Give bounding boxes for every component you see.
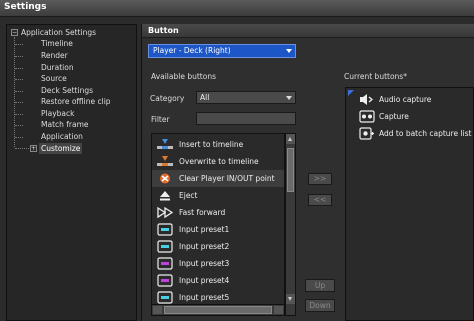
input-preset-icon: [157, 291, 173, 304]
collapse-icon[interactable]: −: [11, 29, 18, 36]
expand-icon[interactable]: +: [30, 145, 37, 152]
tree-item-match-frame[interactable]: Match frame: [41, 119, 89, 130]
chevron-down-icon: [286, 96, 292, 100]
list-item[interactable]: Input preset2: [152, 238, 284, 255]
move-down-button[interactable]: Down: [305, 299, 335, 312]
tree-branch: [15, 68, 23, 69]
list-item[interactable]: Input preset4: [152, 272, 284, 289]
vertical-scroll-thumb[interactable]: [287, 148, 294, 192]
horizontal-scrollbar[interactable]: [152, 304, 284, 315]
tree-branch: [15, 137, 23, 138]
filter-label: Filter: [151, 115, 170, 124]
tree-connector: [14, 37, 15, 147]
list-item[interactable]: Add to batch capture list: [356, 125, 474, 142]
tree-item-customize[interactable]: Customize: [39, 143, 83, 154]
scroll-up-button[interactable]: [286, 134, 295, 144]
audio-capture-icon: [360, 94, 374, 105]
category-label: Category: [150, 94, 185, 103]
chevron-down-icon: [286, 49, 292, 53]
tree-item-duration[interactable]: Duration: [41, 62, 74, 73]
filter-input[interactable]: [196, 112, 296, 125]
eject-icon: [160, 191, 170, 201]
list-item[interactable]: Input preset3: [152, 255, 284, 272]
current-buttons-label: Current buttons*: [344, 72, 407, 81]
fast-forward-icon: [157, 206, 173, 219]
tree-item-application-settings[interactable]: Application Settings: [21, 27, 96, 38]
panel-title: Button: [148, 26, 179, 35]
scroll-right-button[interactable]: [274, 306, 283, 314]
tree-item-timeline[interactable]: Timeline: [41, 38, 73, 49]
tree-branch: [15, 44, 23, 45]
add-to-current-button[interactable]: >>: [308, 173, 332, 185]
input-preset-icon: [157, 240, 173, 253]
button-set-value: Player - Deck (Right): [153, 46, 231, 55]
list-item[interactable]: Eject: [152, 187, 284, 204]
list-item[interactable]: Capture: [356, 108, 474, 125]
tree-branch: [15, 114, 23, 115]
scroll-down-button[interactable]: [286, 294, 295, 304]
list-corner-marker: [348, 90, 354, 96]
tree-item-playback[interactable]: Playback: [41, 108, 74, 119]
window-title: Settings: [4, 2, 47, 12]
move-up-button[interactable]: Up: [305, 279, 335, 292]
list-item-selected[interactable]: Clear Player IN/OUT point: [152, 170, 284, 187]
tree-branch: [15, 91, 23, 92]
remove-from-current-button[interactable]: <<: [308, 194, 332, 206]
tree-item-source[interactable]: Source: [41, 73, 67, 84]
category-value: All: [200, 93, 210, 102]
panel-header: Button: [142, 24, 474, 38]
tree-item-restore-offline-clip[interactable]: Restore offline clip: [41, 96, 111, 107]
list-item[interactable]: Input preset1: [152, 221, 284, 238]
tree-item-render[interactable]: Render: [41, 50, 68, 61]
tree-branch: [15, 102, 23, 103]
tree-branch: [15, 56, 23, 57]
list-item[interactable]: Insert to timeline: [152, 136, 284, 153]
category-dropdown[interactable]: All: [196, 91, 296, 104]
scroll-left-button[interactable]: [153, 306, 162, 314]
insert-timeline-icon: [157, 139, 173, 149]
input-preset-icon: [157, 257, 173, 270]
arrow-up-icon: [288, 137, 292, 141]
vertical-scrollbar[interactable]: [285, 133, 296, 316]
batch-capture-icon: [359, 127, 374, 140]
available-buttons-list[interactable]: Insert to timeline Overwrite to timeline…: [151, 133, 285, 316]
input-preset-icon: [157, 274, 173, 287]
capture-icon: [359, 110, 375, 123]
list-item[interactable]: Audio capture: [356, 91, 474, 108]
tree-item-deck-settings[interactable]: Deck Settings: [41, 85, 93, 96]
tree-branch: [15, 125, 23, 126]
arrow-down-icon: [288, 297, 292, 301]
list-item[interactable]: Overwrite to timeline: [152, 153, 284, 170]
horizontal-scroll-thumb[interactable]: [164, 306, 272, 314]
button-set-dropdown[interactable]: Player - Deck (Right): [148, 44, 296, 58]
overwrite-timeline-icon: [157, 156, 173, 166]
available-buttons-label: Available buttons: [151, 72, 216, 81]
tree-branch: [15, 79, 23, 80]
current-buttons-list[interactable]: Audio capture Capture Add to batch captu…: [345, 87, 474, 321]
settings-tree[interactable]: − Application Settings Timeline Render D…: [6, 24, 137, 321]
clear-in-out-icon: [160, 173, 170, 184]
window-titlebar: Settings: [0, 0, 474, 17]
tree-branch: [15, 148, 29, 149]
list-item[interactable]: Fast forward: [152, 204, 284, 221]
input-preset-icon: [157, 223, 173, 236]
tree-item-application[interactable]: Application: [41, 131, 83, 142]
